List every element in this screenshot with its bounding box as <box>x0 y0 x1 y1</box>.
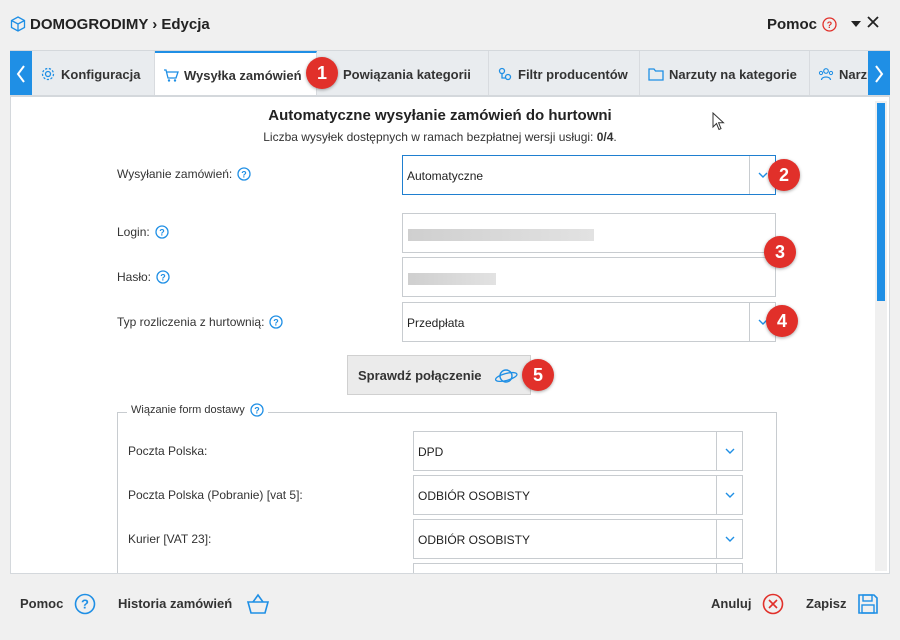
footer-bar: Pomoc ? Historia zamówień Anuluj Zapisz <box>0 574 900 640</box>
login-redacted-value <box>408 229 594 241</box>
help-menu-label[interactable]: Pomoc <box>767 16 817 33</box>
order-sending-label: Wysyłanie zamówień: ? <box>117 167 251 181</box>
mouse-pointer-icon <box>712 112 725 131</box>
svg-text:?: ? <box>242 169 248 179</box>
tab-bar: Konfiguracja Wysyłka zamówień Powiązania… <box>10 50 890 96</box>
svg-text:?: ? <box>159 227 165 237</box>
billing-type-select[interactable]: Przedpłata <box>402 302 776 342</box>
tab-wysylka-zamowien[interactable]: Wysyłka zamówień <box>155 51 317 95</box>
usage-counter-value: 0/4 <box>596 130 614 144</box>
tab-filtr-producentow[interactable]: Filtr producentów <box>489 51 640 95</box>
svg-text:?: ? <box>254 405 260 415</box>
scrollbar-thumb[interactable] <box>877 103 885 301</box>
planet-icon <box>494 369 518 383</box>
svg-text:?: ? <box>160 272 166 282</box>
tabs-strip: Konfiguracja Wysyłka zamówień Powiązania… <box>32 51 868 95</box>
chevron-right-icon <box>875 65 884 83</box>
chevron-left-icon <box>16 65 25 83</box>
callout-badge-5: 5 <box>522 359 554 391</box>
usage-counter-text: Liczba wysyłek dostępnych w ramach bezpł… <box>11 130 869 144</box>
callout-badge-2: 2 <box>768 159 800 191</box>
tab-narzuty[interactable]: Narzu <box>810 51 868 95</box>
password-label: Hasło: ? <box>117 270 170 284</box>
box-icon <box>10 16 26 37</box>
cart-icon <box>164 69 179 82</box>
tab-label: Powiązania kategorii <box>343 66 471 82</box>
basket-icon[interactable] <box>246 593 270 620</box>
section-heading: Automatyczne wysyłanie zamówień do hurto… <box>268 107 612 124</box>
help-circle-icon[interactable]: ? <box>74 593 96 620</box>
shipping-row-label: Poczta Polska: <box>128 444 208 458</box>
callout-badge-3: 3 <box>764 236 796 268</box>
tabs-scroll-right-button[interactable] <box>868 51 890 95</box>
order-history-button[interactable]: Historia zamówień <box>118 596 232 611</box>
folder-icon <box>648 68 664 81</box>
help-icon[interactable]: ? <box>269 315 284 329</box>
password-redacted-value <box>408 273 496 285</box>
title-bar: DOMOGRODIMY › Edycja Pomoc ? <box>0 0 900 50</box>
close-icon[interactable] <box>866 15 880 34</box>
login-input[interactable] <box>402 213 776 253</box>
tab-powiazania-kategorii[interactable]: Powiązania kategorii <box>317 51 489 95</box>
floppy-disk-icon[interactable] <box>857 593 879 620</box>
help-icon[interactable]: ? <box>250 403 264 417</box>
tab-label: Filtr producentów <box>518 66 628 82</box>
tab-narzuty-na-kategorie[interactable]: Narzuty na kategorie <box>640 51 810 95</box>
help-icon[interactable]: ? <box>237 167 251 181</box>
chevron-down-icon[interactable] <box>716 520 742 558</box>
shipping-row-label: Poczta Polska (Pobranie) [vat 5]: <box>128 488 303 502</box>
tab-label: Konfiguracja <box>61 66 141 82</box>
callout-badge-1: 1 <box>306 57 338 89</box>
shipping-row-label: Kurier [VAT 23]: <box>128 532 212 546</box>
shipping-row-select[interactable]: ODBIÓR OSOBISTY <box>413 519 743 559</box>
tab-label: Wysyłka zamówień <box>184 67 302 83</box>
chevron-down-icon[interactable] <box>716 432 742 470</box>
dropdown-triangle-icon[interactable] <box>850 17 862 35</box>
svg-text:?: ? <box>274 317 280 327</box>
check-connection-button[interactable]: Sprawdź połączenie <box>347 355 531 395</box>
svg-text:?: ? <box>81 597 89 612</box>
tab-label: Narzuty na kategorie <box>669 66 797 82</box>
svg-text:?: ? <box>827 20 833 30</box>
users-icon <box>818 68 834 81</box>
cancel-x-icon[interactable] <box>762 593 784 620</box>
help-icon[interactable]: ? <box>156 270 170 284</box>
tab-konfiguracja[interactable]: Konfiguracja <box>32 51 155 95</box>
billing-type-label: Typ rozliczenia z hurtownią: ? <box>117 315 284 329</box>
content-panel: Automatyczne wysyłanie zamówień do hurto… <box>10 96 890 574</box>
help-circle-icon[interactable]: ? <box>822 17 837 37</box>
gear-icon <box>41 67 55 81</box>
cancel-button[interactable]: Anuluj <box>711 596 751 611</box>
tab-label: Narzu <box>839 66 868 82</box>
usage-counter-label: Liczba wysyłek dostępnych w ramach bezpł… <box>263 130 597 144</box>
chevron-down-icon[interactable] <box>716 564 742 573</box>
usage-counter-end: . <box>613 130 617 144</box>
shipping-row-select[interactable]: ODBIÓR OSOBISTY <box>413 475 743 515</box>
password-input[interactable] <box>402 257 776 297</box>
login-label: Login: ? <box>117 225 169 239</box>
callout-badge-4: 4 <box>766 305 798 337</box>
shipping-row-select[interactable] <box>413 563 743 573</box>
window-title: DOMOGRODIMY › Edycja <box>30 16 210 33</box>
help-icon[interactable]: ? <box>155 225 169 239</box>
shipping-mapping-legend: Wiązanie form dostawy ? <box>127 403 268 417</box>
tabs-scroll-left-button[interactable] <box>10 51 32 95</box>
order-sending-select[interactable]: Automatyczne <box>402 155 776 195</box>
shipping-row-select[interactable]: DPD <box>413 431 743 471</box>
footer-help-button[interactable]: Pomoc <box>20 596 63 611</box>
save-button[interactable]: Zapisz <box>806 596 846 611</box>
filter-icon <box>498 67 512 81</box>
chevron-down-icon[interactable] <box>716 476 742 514</box>
